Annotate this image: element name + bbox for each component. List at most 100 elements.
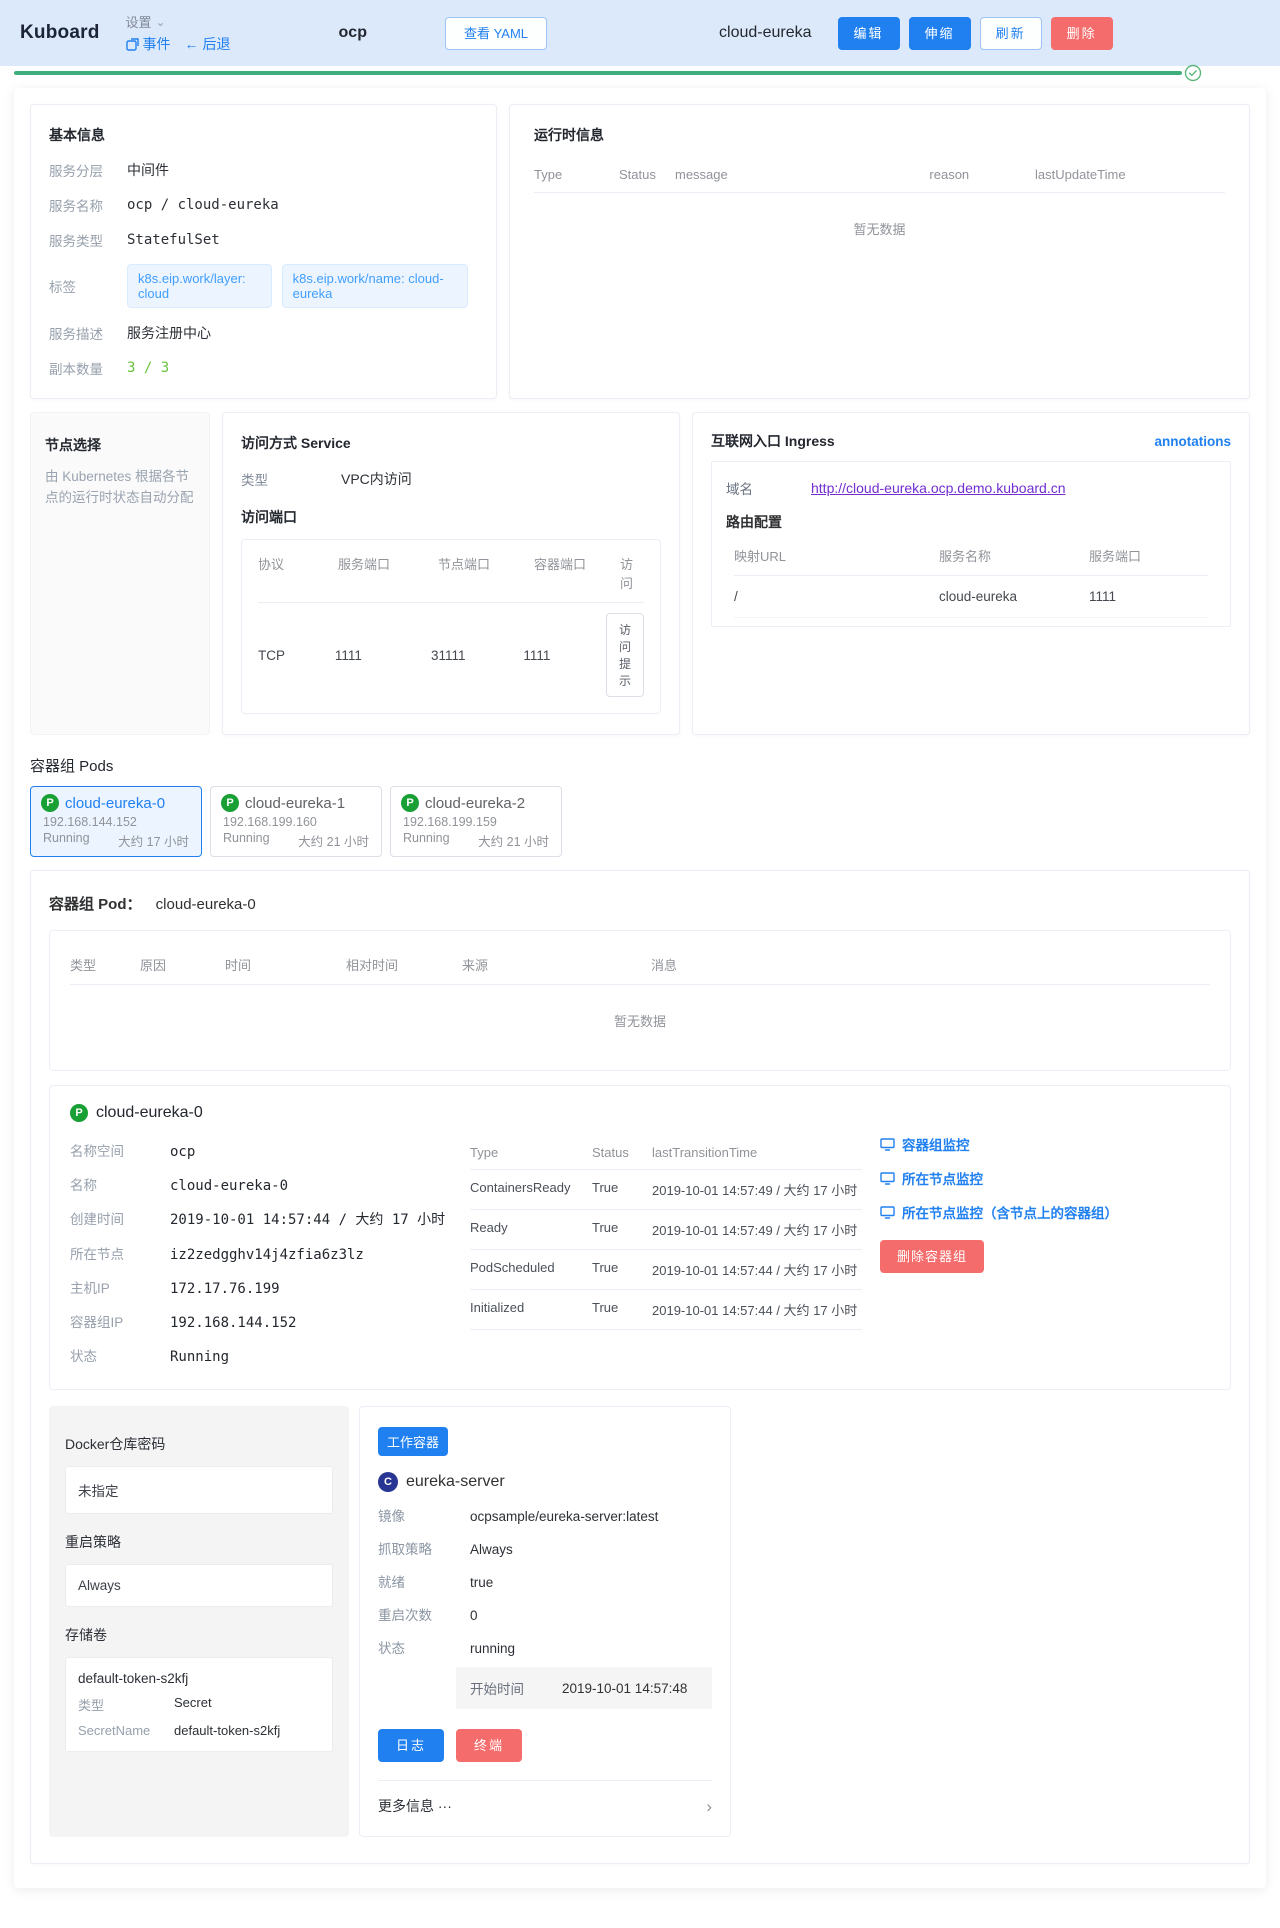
pod-detail-header-value: cloud-eureka-0 <box>156 896 256 913</box>
domain-row: 域名 http://cloud-eureka.ocp.demo.kuboard.… <box>726 478 1216 498</box>
field-row: 类型 Secret <box>78 1695 320 1714</box>
events-link[interactable]: 事件 <box>126 34 171 54</box>
conditions-table: Type Status lastTransitionTime Container… <box>470 1136 862 1365</box>
restart-policy-box: Always <box>65 1564 333 1607</box>
page-body: 基本信息 服务分层 中间件 服务名称 ocp / cloud-eureka 服务… <box>14 88 1266 1888</box>
label-tag: k8s.eip.work/name: cloud-eureka <box>282 264 468 308</box>
annotations-link[interactable]: annotations <box>1155 434 1232 449</box>
access-hint-button[interactable]: 访问提示 <box>606 613 644 697</box>
back-link[interactable]: ← 后退 <box>185 34 231 54</box>
pod-chip-1[interactable]: P cloud-eureka-1 192.168.199.160 Running… <box>210 786 382 857</box>
field-row: 容器组IP 192.168.144.152 <box>70 1311 470 1331</box>
table-header-cell: Type <box>470 1145 592 1160</box>
volume-name: default-token-s2kfj <box>78 1671 320 1686</box>
container-icon: C <box>378 1472 398 1492</box>
field-label: 副本数量 <box>49 358 127 378</box>
edit-button[interactable]: 编辑 <box>838 17 900 50</box>
chevron-down-icon: ⌄ <box>156 15 166 29</box>
field-value: ocp / cloud-eureka <box>127 197 279 213</box>
monitor-icon <box>880 1138 895 1151</box>
pod-age: 大约 17 小时 <box>118 831 189 850</box>
monitor-icon <box>880 1206 895 1219</box>
table-header-cell: 协议 <box>258 554 338 592</box>
pod-fields: 名称空间 ocp 名称 cloud-eureka-0 创建时间 2019-10-… <box>70 1126 470 1365</box>
scale-button[interactable]: 伸缩 <box>909 17 971 50</box>
condition-row: PodScheduled True 2019-10-01 14:57:44 / … <box>470 1250 862 1290</box>
pod-name: cloud-eureka-0 <box>65 795 165 812</box>
service-card: 访问方式 Service 类型 VPC内访问 访问端口 协议 服务端口 节点端口… <box>222 412 680 735</box>
docker-secret-title: Docker仓库密码 <box>65 1434 333 1454</box>
container-name: eureka-server <box>406 1473 505 1491</box>
field-row: 名称空间 ocp <box>70 1140 470 1160</box>
restart-policy-title: 重启策略 <box>65 1532 333 1552</box>
node-port: 31111 <box>431 648 523 663</box>
table-header-cell: lastUpdateTime <box>1035 167 1225 182</box>
terminal-button[interactable]: 终端 <box>456 1729 522 1762</box>
header-links: 事件 ← 后退 <box>126 34 231 54</box>
field-row: 状态 Running <box>70 1345 470 1365</box>
monitor-link-node-pods[interactable]: 所在节点监控（含节点上的容器组） <box>880 1202 1210 1222</box>
basic-info-card: 基本信息 服务分层 中间件 服务名称 ocp / cloud-eureka 服务… <box>30 104 497 399</box>
back-arrow-icon: ← <box>185 36 199 52</box>
pod-detail-header: 容器组 Pod： cloud-eureka-0 <box>49 893 1231 914</box>
field-row: 主机IP 172.17.76.199 <box>70 1277 470 1297</box>
refresh-button[interactable]: 刷新 <box>980 17 1042 50</box>
delete-pod-button[interactable]: 删除容器组 <box>880 1240 984 1273</box>
pod-icon: P <box>70 1104 88 1122</box>
table-header-cell: Type <box>534 167 619 182</box>
table-header-cell: 服务端口 <box>1089 546 1208 565</box>
field-label: 服务分层 <box>49 160 127 180</box>
events-table-header: 类型 原因 时间 相对时间 来源 消息 <box>70 945 1210 985</box>
delete-button[interactable]: 删除 <box>1051 17 1113 50</box>
field-row: 服务类型 StatefulSet <box>49 230 478 250</box>
header-nav: 设置 ⌄ 事件 ← 后退 <box>126 12 231 54</box>
pod-info-name: cloud-eureka-0 <box>96 1104 203 1122</box>
port-protocol: TCP <box>258 648 335 663</box>
table-header-cell: 原因 <box>140 955 225 974</box>
domain-link[interactable]: http://cloud-eureka.ocp.demo.kuboard.cn <box>811 480 1066 496</box>
pod-status: Running <box>403 831 450 850</box>
pods-row: P cloud-eureka-0 192.168.144.152 Running… <box>30 786 1250 857</box>
settings-dropdown[interactable]: 设置 ⌄ <box>126 12 231 31</box>
settings-label: 设置 <box>126 12 152 31</box>
top-header: Kuboard 设置 ⌄ 事件 ← 后退 ocp 查看 YAML cloud-e… <box>0 0 1280 66</box>
header-actions: 编辑 伸缩 刷新 删除 <box>838 17 1113 50</box>
field-value: 服务注册中心 <box>127 323 211 343</box>
monitor-link-node[interactable]: 所在节点监控 <box>880 1168 1210 1188</box>
pod-ip: 192.168.199.159 <box>403 815 551 829</box>
table-header-cell: 访问 <box>620 554 644 592</box>
runtime-info-card: 运行时信息 Type Status message reason lastUpd… <box>509 104 1250 399</box>
pod-chip-0[interactable]: P cloud-eureka-0 192.168.144.152 Running… <box>30 786 202 857</box>
view-yaml-button[interactable]: 查看 YAML <box>445 17 547 50</box>
log-button[interactable]: 日志 <box>378 1729 444 1762</box>
ingress-card: 互联网入口 Ingress annotations 域名 http://clou… <box>692 412 1250 735</box>
progress-bar <box>14 71 1182 75</box>
basic-info-title: 基本信息 <box>49 125 478 145</box>
service-type-row: 类型 VPC内访问 <box>241 469 661 489</box>
events-icon <box>126 38 139 51</box>
field-row: 服务分层 中间件 <box>49 160 478 180</box>
table-header-cell: 服务端口 <box>338 554 438 592</box>
service-title: 访问方式 Service <box>241 433 661 453</box>
more-info-row[interactable]: 更多信息 ··· › <box>378 1780 712 1816</box>
ports-table-header: 协议 服务端口 节点端口 容器端口 访问 <box>258 544 644 603</box>
pod-icon: P <box>41 794 59 812</box>
start-time-value: 2019-10-01 14:57:48 <box>562 1681 687 1696</box>
table-header-cell: 容器端口 <box>534 554 620 592</box>
table-header-cell: 映射URL <box>734 546 939 565</box>
monitor-link-pod[interactable]: 容器组监控 <box>880 1134 1210 1154</box>
volume-box: default-token-s2kfj 类型 Secret SecretName… <box>65 1657 333 1752</box>
pod-ip: 192.168.199.160 <box>223 815 371 829</box>
app-logo[interactable]: Kuboard <box>20 22 100 44</box>
table-header-cell: Status <box>592 1145 652 1160</box>
pod-status: Running <box>223 831 270 850</box>
pod-chip-2[interactable]: P cloud-eureka-2 192.168.199.159 Running… <box>390 786 562 857</box>
pod-detail-header-label: 容器组 Pod： <box>49 896 142 913</box>
table-header-cell: 节点端口 <box>438 554 534 592</box>
field-row: 服务名称 ocp / cloud-eureka <box>49 195 478 215</box>
status-progress <box>0 66 1280 88</box>
pod-age: 大约 21 小时 <box>478 831 549 850</box>
field-row: 副本数量 3 / 3 <box>49 358 478 378</box>
service-port: 1111 <box>335 648 431 663</box>
status-check-icon <box>1184 64 1202 82</box>
